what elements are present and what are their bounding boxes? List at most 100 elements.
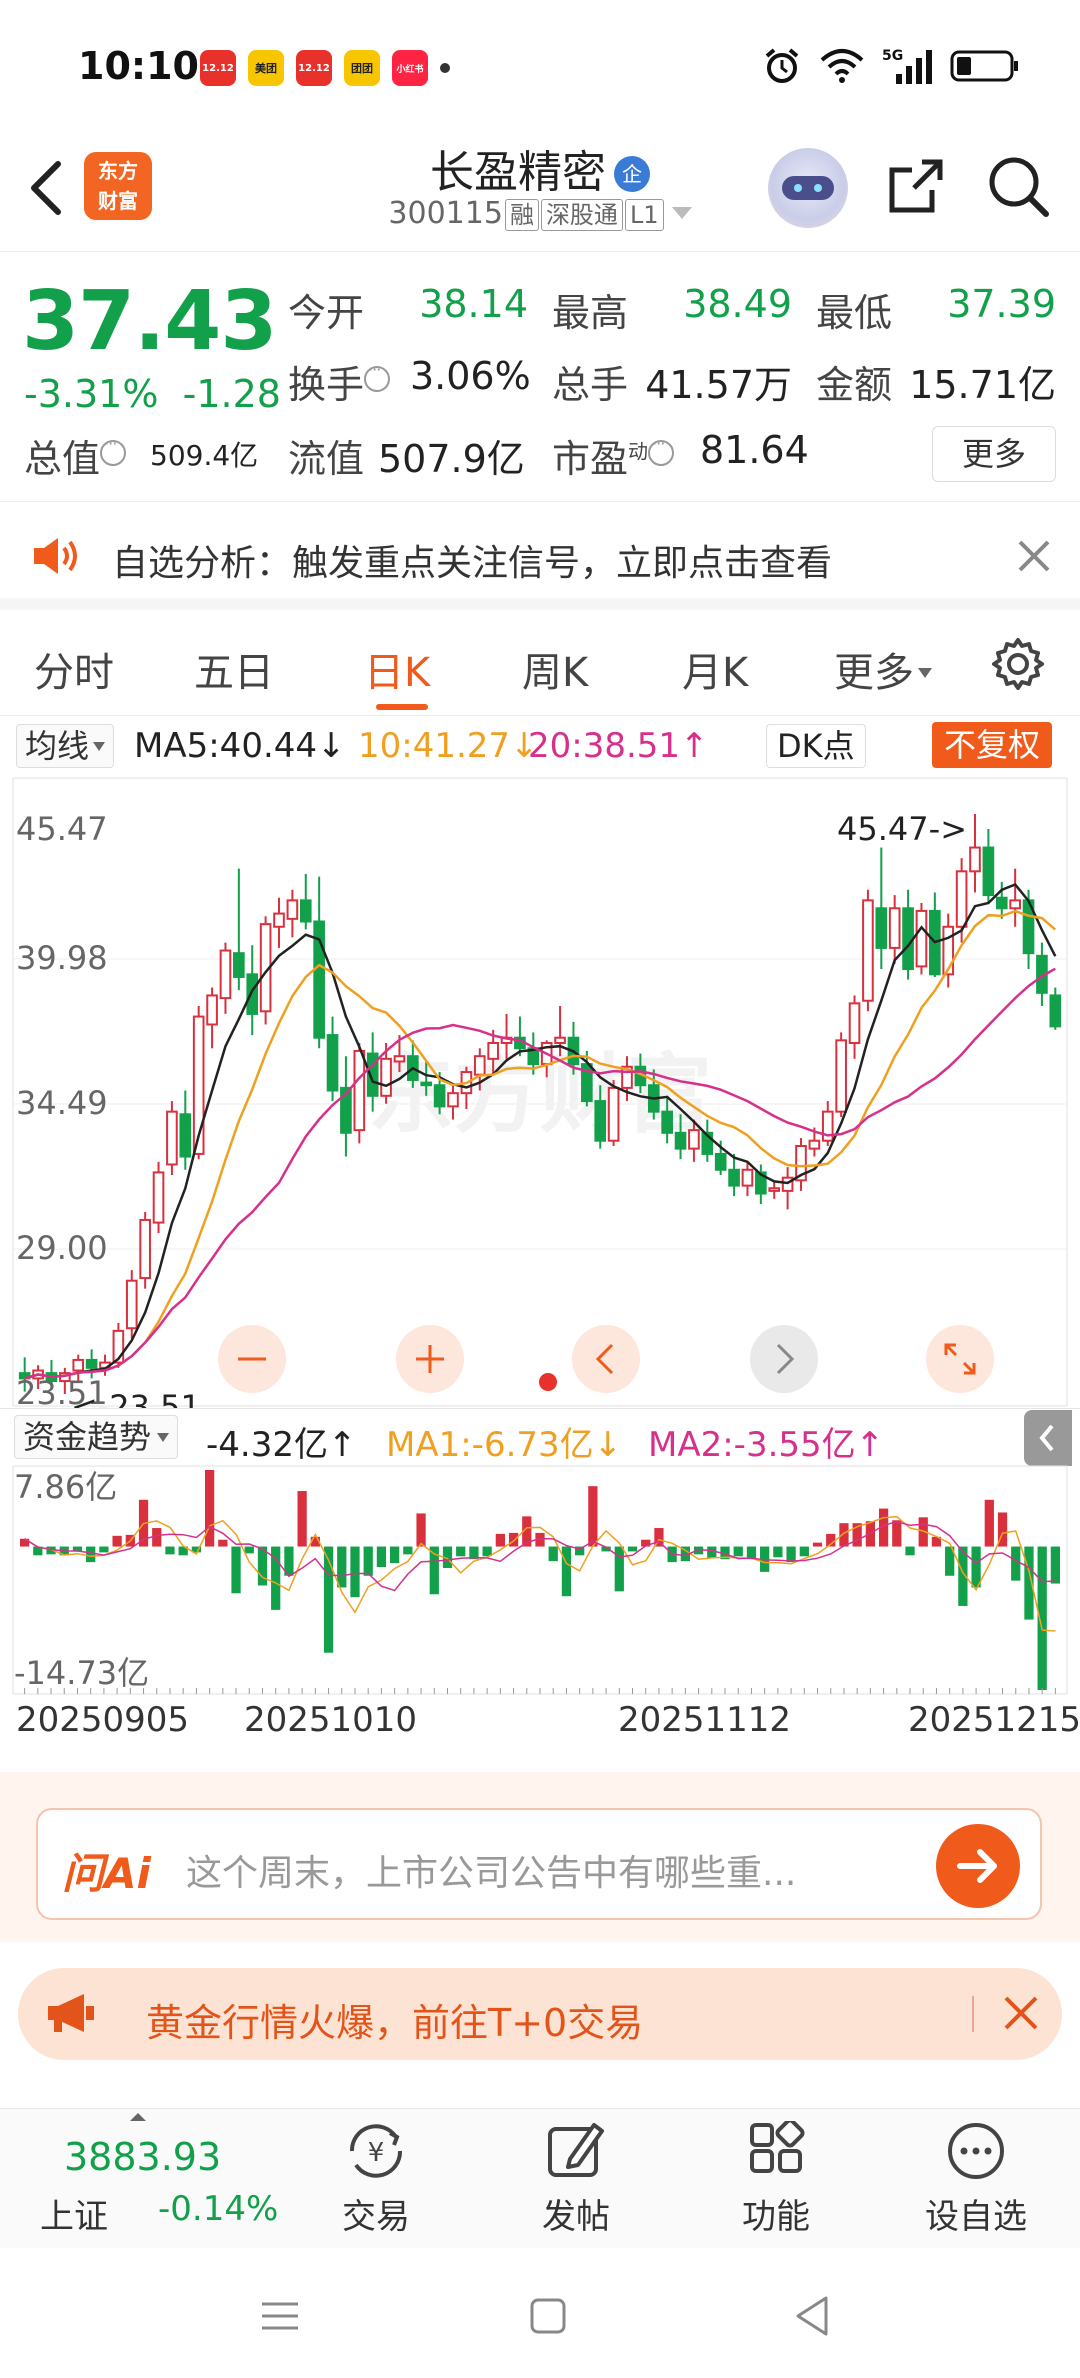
low-label: 最低 xyxy=(816,291,893,335)
fund-bar xyxy=(627,1546,638,1552)
search-icon[interactable] xyxy=(986,154,1050,218)
ma-legend: 均线 MA5:40.44↓ 10:41.27↓ 20:38.51↑ DK点 不复… xyxy=(0,718,1080,774)
candle-body xyxy=(473,1055,486,1076)
fund-bar xyxy=(892,1520,902,1547)
apps-icon xyxy=(750,2121,805,2173)
fund-y-top: 7.86亿 xyxy=(14,1468,117,1506)
network-label: 5G xyxy=(882,48,903,64)
ai-assistant-area: 问Ai 这个周末，上市公司公告中有哪些重... xyxy=(0,1772,1080,1942)
pan-right-button[interactable] xyxy=(750,1325,818,1393)
app-1212-icon: 12.12 xyxy=(200,50,236,86)
index-value[interactable]: 3883.93 xyxy=(64,2135,221,2179)
turnover-label: 换手 xyxy=(288,354,391,409)
volume-value: 41.57万 xyxy=(645,363,792,407)
fund-bar xyxy=(86,1546,96,1563)
adjust-button[interactable]: 不复权 xyxy=(932,722,1053,768)
candle-body xyxy=(219,949,232,1000)
fund-bar xyxy=(204,1470,215,1547)
index-name[interactable]: 上证 xyxy=(40,2189,108,2238)
fullscreen-button[interactable] xyxy=(926,1325,994,1393)
pan-left-button[interactable] xyxy=(572,1325,640,1393)
ai-search-box[interactable]: 问Ai 这个周末，上市公司公告中有哪些重... xyxy=(36,1808,1042,1920)
date-label: 20251010 xyxy=(244,1700,418,1740)
fund-bar xyxy=(350,1546,360,1598)
float-value: 507.9亿 xyxy=(378,437,525,481)
ma5-value: MA5:40.44↓ xyxy=(134,726,346,766)
ma-selector[interactable]: 均线 xyxy=(16,724,115,768)
collapse-tab[interactable] xyxy=(1024,1410,1072,1466)
megaphone-icon xyxy=(48,1994,94,2032)
menu-icon[interactable] xyxy=(260,2296,300,2336)
fund-bar xyxy=(403,1546,413,1555)
nav-trade[interactable]: ¥ 交易 xyxy=(316,2121,436,2238)
chevron-up-icon[interactable] xyxy=(130,2113,146,2121)
date-label: 20251215 xyxy=(908,1700,1080,1740)
bottom-bar: 3883.93 上证 -0.14% ¥ 交易 发帖 功能 设自选 xyxy=(0,2108,1080,2248)
candle-body xyxy=(808,1139,821,1150)
candle-body xyxy=(72,1358,85,1372)
candle-body xyxy=(206,994,218,1026)
fund-bar xyxy=(323,1546,334,1653)
close-icon[interactable] xyxy=(1016,538,1052,574)
tab-five-day[interactable]: 五日 xyxy=(194,640,274,698)
fund-bar xyxy=(456,1546,466,1557)
fund-bar xyxy=(799,1546,809,1557)
tab-more[interactable]: 更多 xyxy=(834,640,932,698)
index-change[interactable]: -0.14% xyxy=(158,2189,278,2229)
nav-functions[interactable]: 功能 xyxy=(716,2121,836,2238)
candle-body xyxy=(393,1055,406,1063)
candle-body xyxy=(299,899,312,923)
tab-weekly-k[interactable]: 周K xyxy=(522,640,588,698)
info-icon[interactable] xyxy=(100,434,127,466)
nav-label: 设自选 xyxy=(925,2197,1027,2237)
zoom-out-button[interactable] xyxy=(218,1325,286,1393)
kline-chart[interactable]: 东方财富 45.4739.9834.4929.0023.51 45.47-><-… xyxy=(0,774,1080,1408)
status-icons: 5G xyxy=(762,46,1020,86)
tuantuan-icon: 团团 xyxy=(344,50,380,86)
turnover-value: 3.06% xyxy=(410,354,531,398)
fund-bar xyxy=(363,1546,373,1576)
y-axis-label: 45.47 xyxy=(16,810,108,848)
fund-bar xyxy=(297,1491,307,1547)
close-icon[interactable] xyxy=(1000,1992,1042,2034)
fund-bar xyxy=(508,1532,519,1547)
candle-body xyxy=(848,1002,861,1044)
dk-point-button[interactable]: DK点 xyxy=(766,724,866,768)
candle-body xyxy=(139,1218,151,1280)
indicator-selector[interactable]: 资金趋势 xyxy=(14,1415,179,1459)
arrow-right-icon xyxy=(957,1849,997,1883)
home-icon[interactable] xyxy=(528,2296,568,2336)
info-icon[interactable] xyxy=(648,434,675,466)
volume-label: 总手 xyxy=(552,363,629,407)
candle-body xyxy=(594,1100,607,1142)
info-icon[interactable] xyxy=(364,360,391,392)
tab-daily-k[interactable]: 日K xyxy=(364,640,430,698)
max-price-label: 45.47-> xyxy=(837,810,967,848)
ai-search-input[interactable]: 这个周末，上市公司公告中有哪些重... xyxy=(186,1844,796,1896)
tab-monthly-k[interactable]: 月K xyxy=(682,640,748,698)
ma20-value: 20:38.51↑ xyxy=(528,726,709,766)
gear-icon[interactable] xyxy=(990,636,1046,692)
fund-trend-chart[interactable]: 7.86亿 -14.73亿 xyxy=(0,1464,1080,1696)
ai-submit-button[interactable] xyxy=(936,1824,1020,1908)
trade-icon: ¥ xyxy=(349,2124,403,2178)
signal-alert[interactable]: 自选分析：触发重点关注信号，立即点击查看 xyxy=(0,502,1080,610)
divider xyxy=(972,1996,974,2032)
chevron-down-icon xyxy=(918,668,932,678)
stock-code: 300115 xyxy=(388,196,503,231)
open-value: 38.14 xyxy=(419,282,528,326)
nav-post[interactable]: 发帖 xyxy=(516,2121,636,2238)
candle-body xyxy=(166,1110,178,1166)
share-icon[interactable] xyxy=(884,154,948,218)
gold-promo-banner[interactable]: 黄金行情火爆，前往T+0交易 xyxy=(18,1968,1062,2060)
candle-body xyxy=(728,1168,740,1187)
ai-robot-icon[interactable] xyxy=(768,148,848,228)
candle-body xyxy=(714,1152,727,1171)
zoom-in-button[interactable] xyxy=(396,1325,464,1393)
nav-add-watchlist[interactable]: 设自选 xyxy=(916,2121,1036,2238)
back-nav-icon[interactable] xyxy=(792,2294,832,2338)
fund-bar xyxy=(839,1523,849,1547)
tab-intraday[interactable]: 分时 xyxy=(34,640,114,698)
candle-body xyxy=(85,1358,98,1369)
more-button[interactable]: 更多 xyxy=(932,426,1056,482)
